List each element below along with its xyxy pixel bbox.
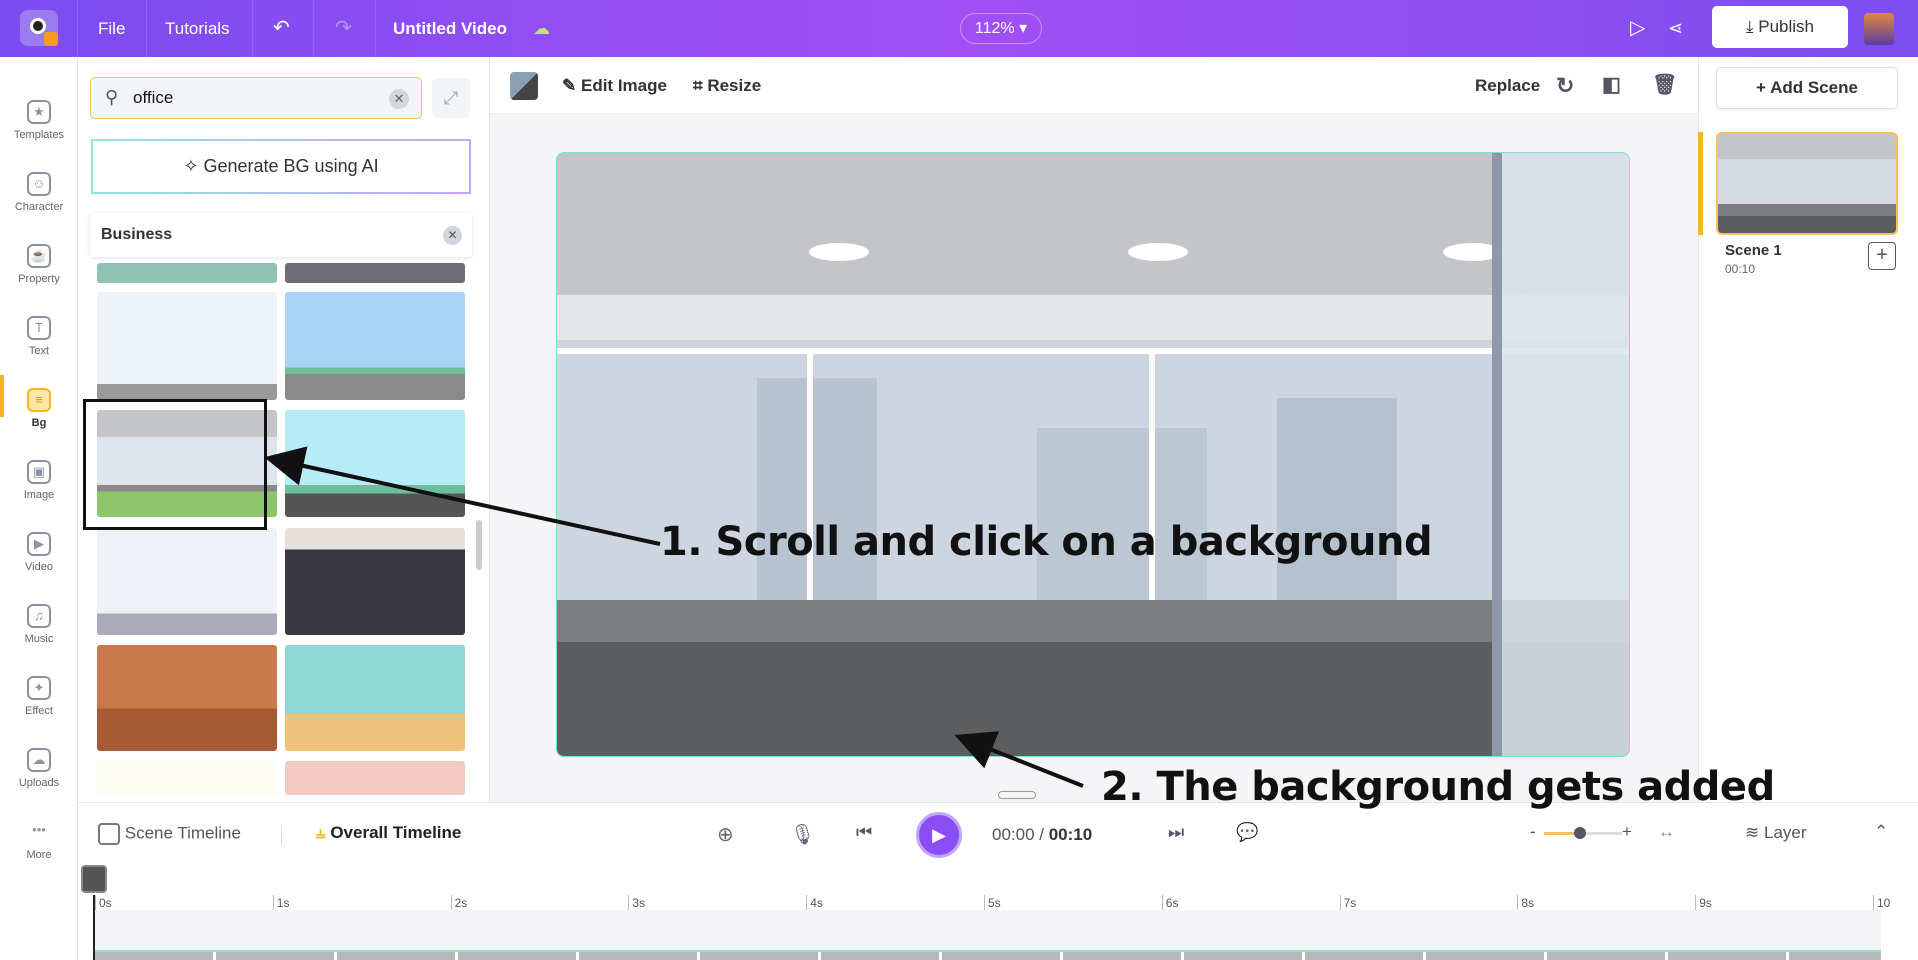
annotation-step2: 2. The background gets added xyxy=(1101,764,1775,810)
annotation-step1: 1. Scroll and click on a background xyxy=(660,519,1433,565)
arrow-step1 xyxy=(264,446,661,546)
annotation-arrows xyxy=(264,446,1084,788)
arrow-step2 xyxy=(954,731,1084,788)
